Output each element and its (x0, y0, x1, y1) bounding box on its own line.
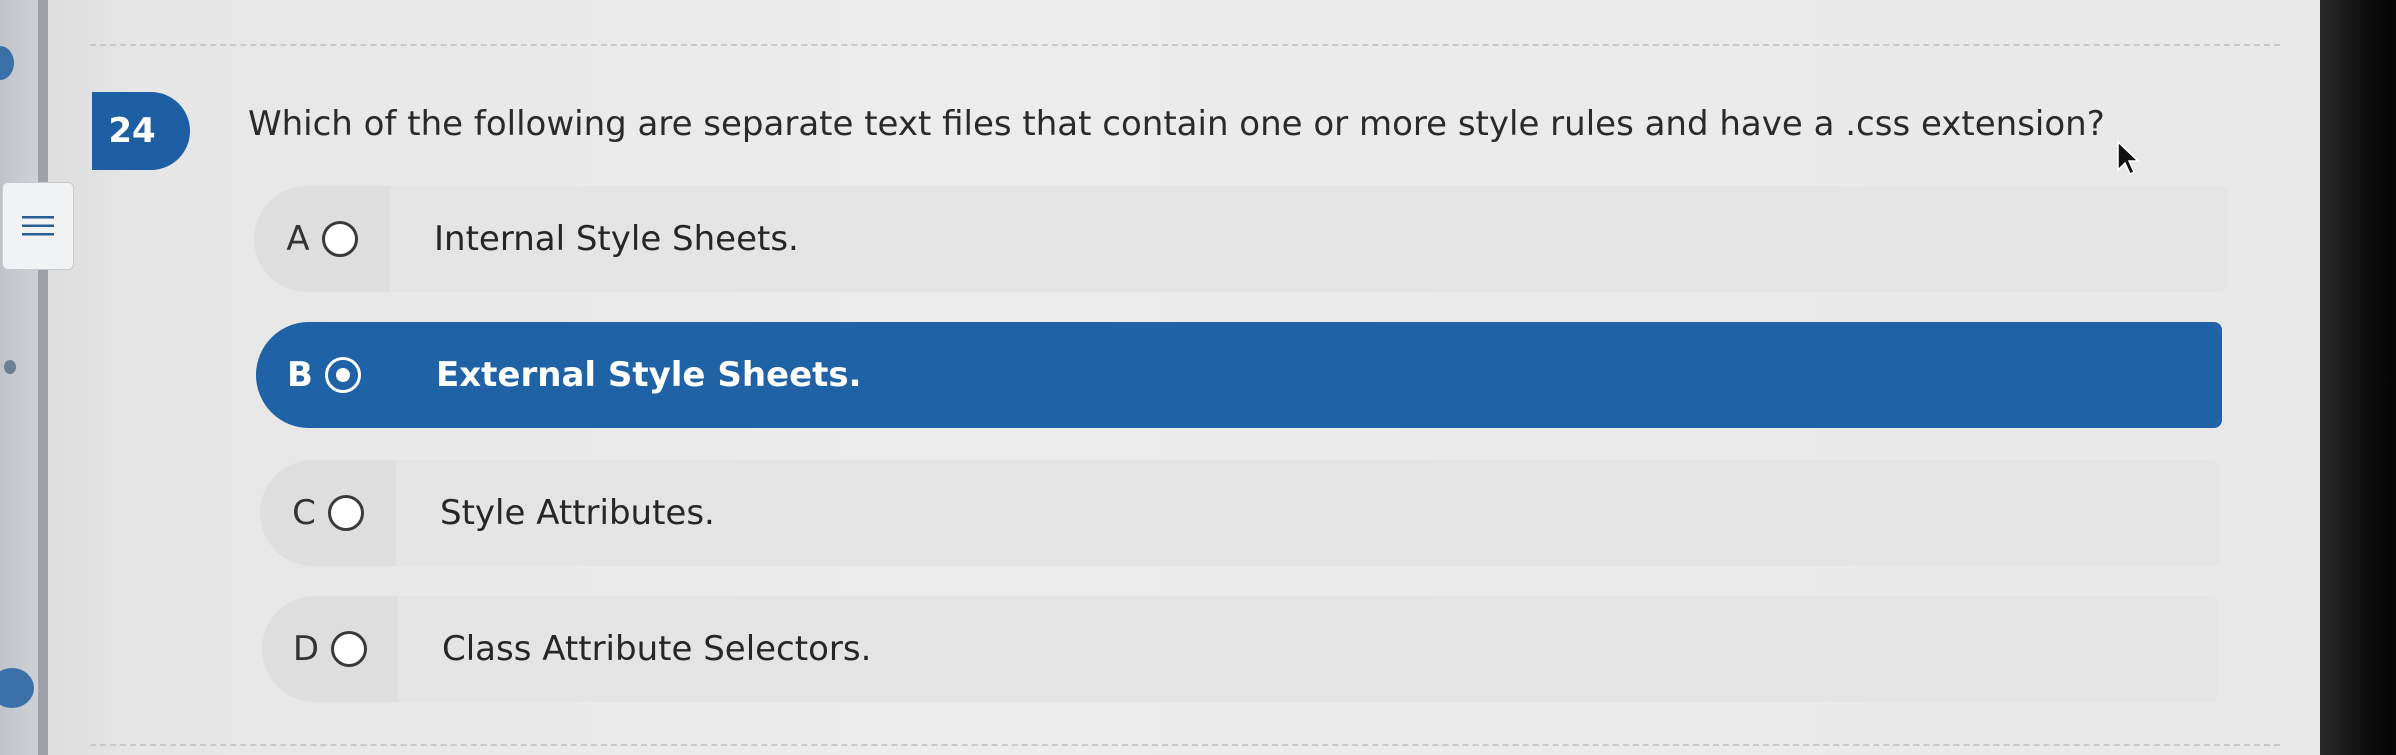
radio-button-icon[interactable] (321, 221, 358, 257)
option-a-letter: A (286, 219, 310, 259)
option-d-letter: D (292, 629, 320, 669)
option-a[interactable]: A Internal Style Sheets. (254, 186, 2228, 292)
option-b-label: External Style Sheets. (392, 322, 2222, 428)
monitor-bezel (2320, 0, 2396, 755)
option-c-label: Style Attributes. (396, 460, 2220, 566)
quiz-screen: 24 Which of the following are separate t… (0, 0, 2320, 755)
left-rail-divider (38, 0, 48, 755)
option-b-letter: B (287, 355, 313, 395)
radio-dot (335, 368, 350, 382)
option-c-tab: C (260, 460, 396, 566)
option-b[interactable]: B External Style Sheets. (256, 322, 2222, 428)
hamburger-menu-icon (22, 216, 54, 236)
question-text: Which of the following are separate text… (248, 104, 2105, 144)
left-rail (0, 0, 40, 755)
mouse-pointer-icon (2117, 140, 2140, 176)
radio-button-icon[interactable] (331, 631, 368, 667)
option-b-tab: B (256, 322, 392, 428)
option-c-letter: C (292, 493, 316, 533)
option-c[interactable]: C Style Attributes. (260, 460, 2220, 566)
section-divider-bottom (90, 744, 2280, 746)
option-a-label: Internal Style Sheets. (390, 186, 2228, 292)
menu-button[interactable] (2, 182, 74, 270)
question-number-badge: 24 (92, 92, 190, 170)
option-a-tab: A (254, 186, 390, 292)
option-d-tab: D (262, 596, 398, 702)
section-divider-top (90, 44, 2280, 46)
rail-indicator-mid (4, 360, 16, 374)
option-d-label: Class Attribute Selectors. (398, 596, 2218, 702)
radio-button-selected-icon[interactable] (324, 357, 361, 393)
radio-button-icon[interactable] (327, 495, 364, 531)
option-d[interactable]: D Class Attribute Selectors. (262, 596, 2218, 702)
